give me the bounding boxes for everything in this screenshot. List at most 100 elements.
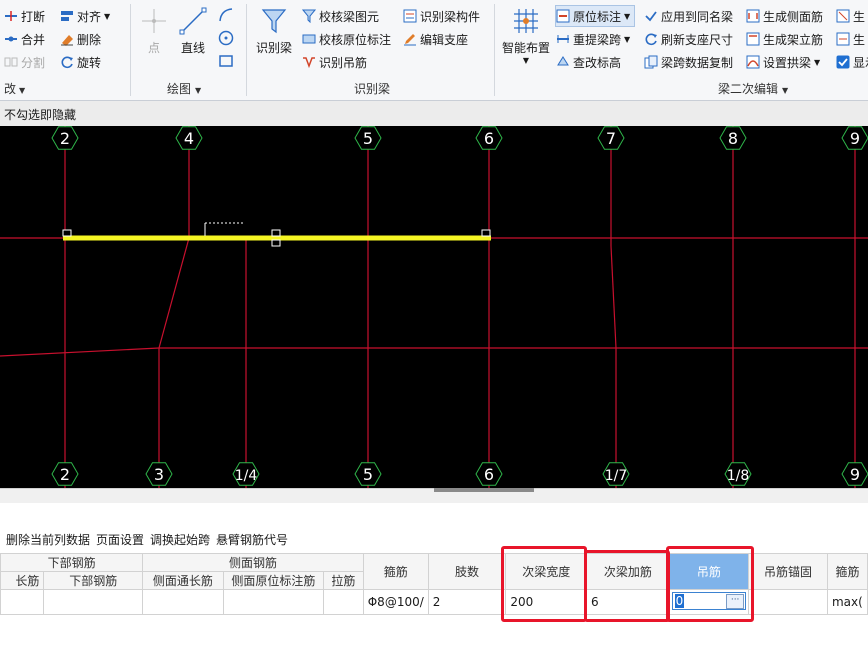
line-button[interactable]: 直线 (178, 6, 208, 56)
span-data-copy-button[interactable]: 梁跨数据复制 (644, 52, 733, 72)
divider (246, 4, 247, 96)
tie-bar-header[interactable]: 拉筋 (323, 571, 364, 590)
in-situ-label-button[interactable]: 原位标注 ▼ (555, 5, 636, 27)
highlight-box (584, 550, 670, 622)
axis-marker: 8 (719, 126, 747, 150)
draw-group-title: 绘图 ▼ (167, 82, 202, 96)
split-icon (4, 55, 18, 69)
hanger-bar-icon (302, 55, 316, 69)
axis-label: 1/7 (605, 468, 628, 484)
side-through-header[interactable]: 侧面通长筋 (142, 571, 224, 590)
align-button[interactable]: 对齐 ▼ (60, 6, 110, 26)
check-beam-primitive-button[interactable]: 校核梁图元 (301, 6, 379, 26)
edit-support-button[interactable]: 编辑支座 (403, 29, 468, 49)
circle-icon[interactable] (217, 29, 235, 47)
axis-label: 1/8 (727, 468, 750, 484)
stirrup-header[interactable]: 箍筋 (362, 553, 429, 590)
gen-erection-bar-button[interactable]: 生成架立筋 (746, 29, 823, 49)
side-in-situ-header[interactable]: 侧面原位标注筋 (222, 571, 325, 590)
legs-cell[interactable]: 2 (427, 589, 507, 615)
re-extract-span-button[interactable]: 重提梁跨 ▼ (556, 29, 630, 49)
hanger-anchor-cell[interactable] (748, 589, 828, 615)
delete-button[interactable]: 删除 (60, 29, 101, 49)
drawing-area[interactable]: 2 4 5 6 7 8 9 2 3 1/4 5 6 1/7 1/8 9 (0, 126, 868, 488)
rotate-icon (60, 55, 74, 69)
legs-header[interactable]: 肢数 (427, 553, 507, 590)
axis-label: 6 (484, 465, 494, 484)
grip-handle[interactable] (271, 229, 281, 237)
smart-layout-button[interactable]: 智能布置 ▼ (502, 6, 550, 65)
break-button[interactable]: 打断 (4, 6, 45, 26)
swap-start-span-button[interactable]: 调换起始跨 (150, 531, 210, 548)
axis-marker: 9 (841, 462, 868, 486)
grid-layout-icon (511, 6, 541, 36)
gen-side-bar-button[interactable]: 生成侧面筋 (746, 6, 823, 26)
divider (130, 4, 131, 96)
splitter-handle[interactable] (434, 488, 534, 492)
lower-through-header[interactable]: 长筋 (0, 571, 45, 590)
lower-bar-header[interactable]: 下部钢筋 (43, 571, 144, 590)
refresh-support-size-button[interactable]: 刷新支座尺寸 (644, 29, 733, 49)
layer-hint-bar: 不勾选即隐藏 (0, 101, 868, 127)
stirrup-cell[interactable]: Φ8@100/ (362, 589, 429, 615)
chevron-down-icon: ▼ (522, 56, 530, 65)
grip-handle[interactable] (271, 239, 281, 247)
rotate-button[interactable]: 旋转 (60, 52, 101, 72)
chevron-down-icon: ▼ (814, 57, 821, 67)
identify-beam-button[interactable]: 识别梁 (256, 6, 292, 56)
span-icon (556, 32, 570, 46)
gen-partial-button-2[interactable]: 生 (836, 29, 865, 49)
identify-beam-component-button[interactable]: 识别梁构件 (403, 6, 480, 26)
chevron-down-icon: ▼ (624, 11, 631, 21)
highlight-box (501, 546, 587, 622)
set-arch-bar-button[interactable]: 设置拱梁 ▼ (746, 52, 820, 72)
modify-group-title: 改 ▼ (4, 82, 26, 96)
modify-elevation-button[interactable]: 查改标高 (556, 52, 621, 72)
grip-handle[interactable] (62, 229, 72, 237)
top-axis-markers: 2 4 5 6 7 8 9 (51, 126, 868, 150)
selected-beam[interactable] (62, 222, 491, 247)
axis-label: 1/4 (235, 468, 258, 484)
rectangle-icon[interactable] (217, 52, 235, 70)
line-icon (178, 6, 208, 36)
axis-marker: 9 (841, 126, 868, 150)
checkbox-checked-icon (836, 55, 850, 69)
grip-handle[interactable] (481, 229, 491, 237)
cantilever-bar-code-button[interactable]: 悬臂钢筋代号 (216, 531, 288, 548)
show-checkbox[interactable]: 显示 (836, 52, 868, 72)
point-button[interactable]: 点 (139, 6, 169, 56)
axis-grid (0, 126, 868, 488)
axis-marker: 6 (475, 462, 503, 486)
axis-label: 9 (850, 129, 860, 148)
point-icon (139, 6, 169, 36)
ribbon: 打断 对齐 ▼ 合并 删除 分割 旋转 改 ▼ 点 直线 绘图 ▼ 识别梁 校核… (0, 0, 868, 101)
merge-button[interactable]: 合并 (4, 29, 45, 49)
page-setup-button[interactable]: 页面设置 (96, 531, 144, 548)
cad-canvas[interactable]: 2 4 5 6 7 8 9 2 3 1/4 5 6 1/7 1/8 9 (0, 126, 868, 488)
grid-line (610, 245, 617, 349)
split-button[interactable]: 分割 (4, 52, 45, 72)
stirrup-formula-cell[interactable]: max( (826, 589, 868, 615)
cell[interactable] (222, 589, 325, 615)
arc-icon[interactable] (217, 6, 235, 24)
secondary-edit-group-title: 梁二次编辑 ▼ (718, 82, 789, 96)
gen-partial-button[interactable]: 生 (836, 6, 865, 26)
cell[interactable] (0, 589, 45, 615)
axis-marker: 5 (354, 462, 382, 486)
cell[interactable] (142, 589, 224, 615)
funnel-icon (259, 6, 289, 36)
cell[interactable] (43, 589, 144, 615)
identify-hanger-bar-button[interactable]: 识别吊筋 (302, 52, 367, 72)
side-bar-icon (746, 9, 760, 23)
cell[interactable] (323, 589, 364, 615)
chevron-down-icon: ▼ (19, 86, 26, 95)
stirrup-header-2[interactable]: 箍筋 (826, 553, 868, 590)
axis-marker: 1/4 (232, 462, 260, 486)
chevron-down-icon: ▼ (104, 11, 111, 21)
hanger-anchor-header[interactable]: 吊筋锚固 (748, 553, 828, 590)
check-in-situ-label-button[interactable]: 校核原位标注 (302, 29, 391, 49)
chevron-down-icon: ▼ (624, 34, 631, 44)
delete-column-data-button[interactable]: 删除当前列数据 (6, 531, 90, 548)
apply-same-name-button[interactable]: 应用到同名梁 (644, 6, 733, 26)
axis-label: 3 (154, 465, 164, 484)
